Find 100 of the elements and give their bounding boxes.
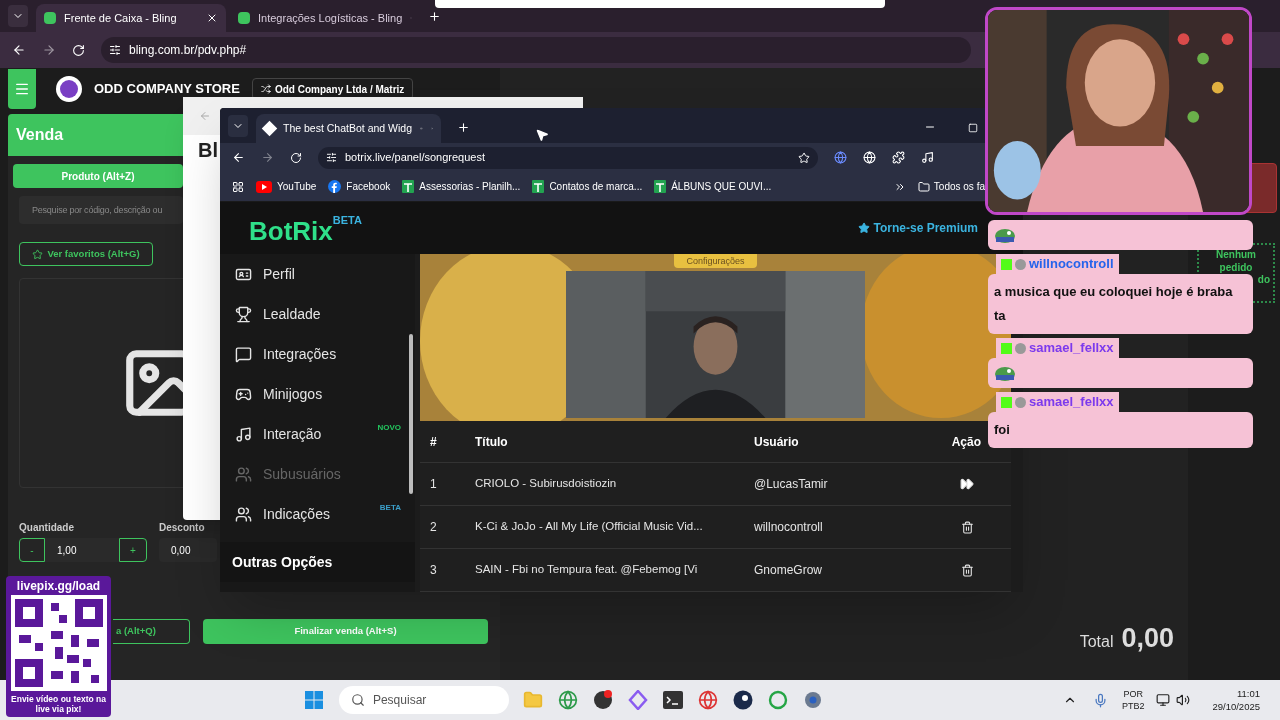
- beta-label: BETA: [332, 213, 362, 226]
- skip-icon[interactable]: [960, 477, 974, 491]
- media-icon[interactable]: [921, 151, 934, 164]
- premium-link[interactable]: Torne-se Premium: [857, 219, 978, 237]
- frog-emote-icon: [994, 227, 1016, 243]
- bookmark-link[interactable]: Facebook: [328, 179, 391, 194]
- terminal-icon[interactable]: [662, 691, 683, 709]
- bookmark-star-icon[interactable]: [798, 151, 810, 164]
- platform-badge-icon: [1001, 258, 1012, 270]
- site-settings-icon: [326, 152, 337, 163]
- panel-title: Venda: [16, 125, 64, 145]
- bookmark-link[interactable]: Contatos de marca...: [532, 179, 643, 194]
- volume-icon[interactable]: [1176, 693, 1191, 707]
- extensions-icon[interactable]: [892, 151, 905, 164]
- badge-icon: [1015, 396, 1026, 408]
- bookmark-link[interactable]: Assessorias - Planilh...: [402, 179, 521, 194]
- record-icon[interactable]: [592, 690, 613, 710]
- bookmark-folder[interactable]: Todos os fa: [917, 179, 985, 194]
- table-cell-text: 3: [429, 562, 438, 579]
- table-cell-text: CRIOLO - Subirusdoistiozin: [474, 476, 618, 492]
- chat-username: samael_fellxx: [1029, 339, 1114, 358]
- settings-icon[interactable]: [802, 690, 823, 710]
- chat-username: willnocontroll: [1029, 255, 1114, 274]
- table-cell-text: K-Ci & JoJo - All My Life (Official Music Vid...: [474, 519, 704, 535]
- store-logo-icon: [56, 76, 82, 102]
- browser-tab[interactable]: The best ChatBot and Widg: [256, 114, 441, 143]
- sheet-icon: [532, 180, 545, 193]
- quantity-field[interactable]: 1,00: [45, 538, 119, 562]
- clock[interactable]: 11:01 29/10/2025: [1212, 687, 1260, 713]
- table-cell-text: 2: [429, 519, 438, 536]
- favicon-icon: [44, 12, 56, 24]
- bookmark-link[interactable]: ÁLBUNS QUE OUVI...: [654, 179, 772, 194]
- tab-title: The best ChatBot and Widg: [283, 120, 412, 136]
- browser-tab[interactable]: Integrações Logísticas - Bling: [230, 4, 420, 32]
- extension-icon[interactable]: [863, 151, 876, 164]
- menu-item[interactable]: Integrações: [220, 334, 415, 374]
- diamond-icon[interactable]: [627, 690, 648, 710]
- menu-item[interactable]: Indicações BETA: [220, 494, 415, 534]
- browser-icon[interactable]: [697, 690, 718, 710]
- reload-icon[interactable]: [290, 151, 302, 164]
- apps-icon[interactable]: [232, 180, 244, 193]
- platform-badge-icon: [1001, 396, 1012, 408]
- tab-list-button[interactable]: [228, 115, 248, 137]
- platform-badge-icon: [1001, 342, 1012, 354]
- frog-emote-icon: [994, 365, 1016, 381]
- tab-list-button[interactable]: [8, 5, 28, 27]
- badge-label: NOVO: [377, 422, 401, 434]
- favicon-icon: [238, 12, 250, 24]
- facebook-icon: [328, 180, 342, 193]
- bookmark-link[interactable]: YouTube: [256, 179, 317, 194]
- menu-item[interactable]: Perfil: [220, 254, 415, 294]
- users-icon: [235, 465, 252, 483]
- reload-icon[interactable]: [72, 43, 85, 57]
- browser-tab[interactable]: Frente de Caixa - Bling: [36, 4, 226, 32]
- chat-message: a musica que eu coloquei hoje é braba ta: [994, 284, 1233, 323]
- store-name: ODD COMPANY STORE: [94, 80, 240, 99]
- back-icon[interactable]: [232, 151, 245, 164]
- menu-item[interactable]: Lealdade: [220, 294, 415, 334]
- column-header: Usuário: [753, 433, 800, 451]
- chat-message: foi: [994, 422, 1010, 437]
- microphone-icon: [1092, 692, 1108, 708]
- browser-icon[interactable]: [557, 690, 578, 710]
- settings-button[interactable]: Configurações: [674, 254, 757, 268]
- empty-orders-text: do: [1257, 274, 1271, 287]
- window-title: Bl: [198, 138, 218, 163]
- shuffle-icon: [260, 84, 271, 94]
- botrix-logo: BotRix: [249, 218, 333, 244]
- search-field[interactable]: Pesquise por código, descrição ou: [19, 196, 183, 224]
- new-tab-icon[interactable]: [428, 10, 441, 23]
- windows-start-icon[interactable]: [304, 691, 323, 709]
- address-bar[interactable]: botrix.live/panel/songrequest: [318, 146, 818, 169]
- new-tab-icon[interactable]: [457, 121, 470, 134]
- search-icon: [350, 693, 365, 707]
- star-icon: [32, 248, 44, 260]
- maximize-icon[interactable]: [968, 123, 978, 133]
- users-icon: [235, 505, 252, 523]
- favorites-button[interactable]: Ver favoritos (Alt+G): [19, 242, 153, 266]
- taskbar-search[interactable]: Pesquisar: [338, 686, 509, 714]
- site-settings-icon: [109, 44, 121, 56]
- cursor-icon: [535, 128, 549, 142]
- menu-item[interactable]: Interação NOVO: [220, 414, 415, 454]
- back-icon[interactable]: [12, 43, 26, 57]
- qr-caption: Envie vídeo ou texto na live via pix!: [10, 694, 107, 714]
- badge-icon: [1015, 342, 1026, 354]
- translate-icon[interactable]: [834, 151, 847, 164]
- keyboard-layout[interactable]: POR PTB2: [1121, 688, 1145, 712]
- menu-item[interactable]: Minijogos: [220, 374, 415, 414]
- steam-icon[interactable]: [732, 690, 753, 710]
- star-icon: [857, 222, 870, 234]
- empty-orders-text: Nenhum pedido: [1215, 249, 1257, 274]
- delete-icon[interactable]: [961, 563, 974, 577]
- total-value: 0,00: [1121, 621, 1174, 655]
- qr-code-icon: [10, 595, 107, 691]
- cancel-button[interactable]: a (Alt+Q): [113, 619, 190, 644]
- delete-icon[interactable]: [961, 520, 974, 534]
- network-icon[interactable]: [1156, 693, 1171, 707]
- address-bar[interactable]: bling.com.br/pdv.php#: [101, 37, 971, 63]
- discount-field[interactable]: 0,00: [159, 538, 217, 562]
- increase-button[interactable]: +: [119, 538, 147, 562]
- whatsapp-icon[interactable]: [767, 690, 788, 710]
